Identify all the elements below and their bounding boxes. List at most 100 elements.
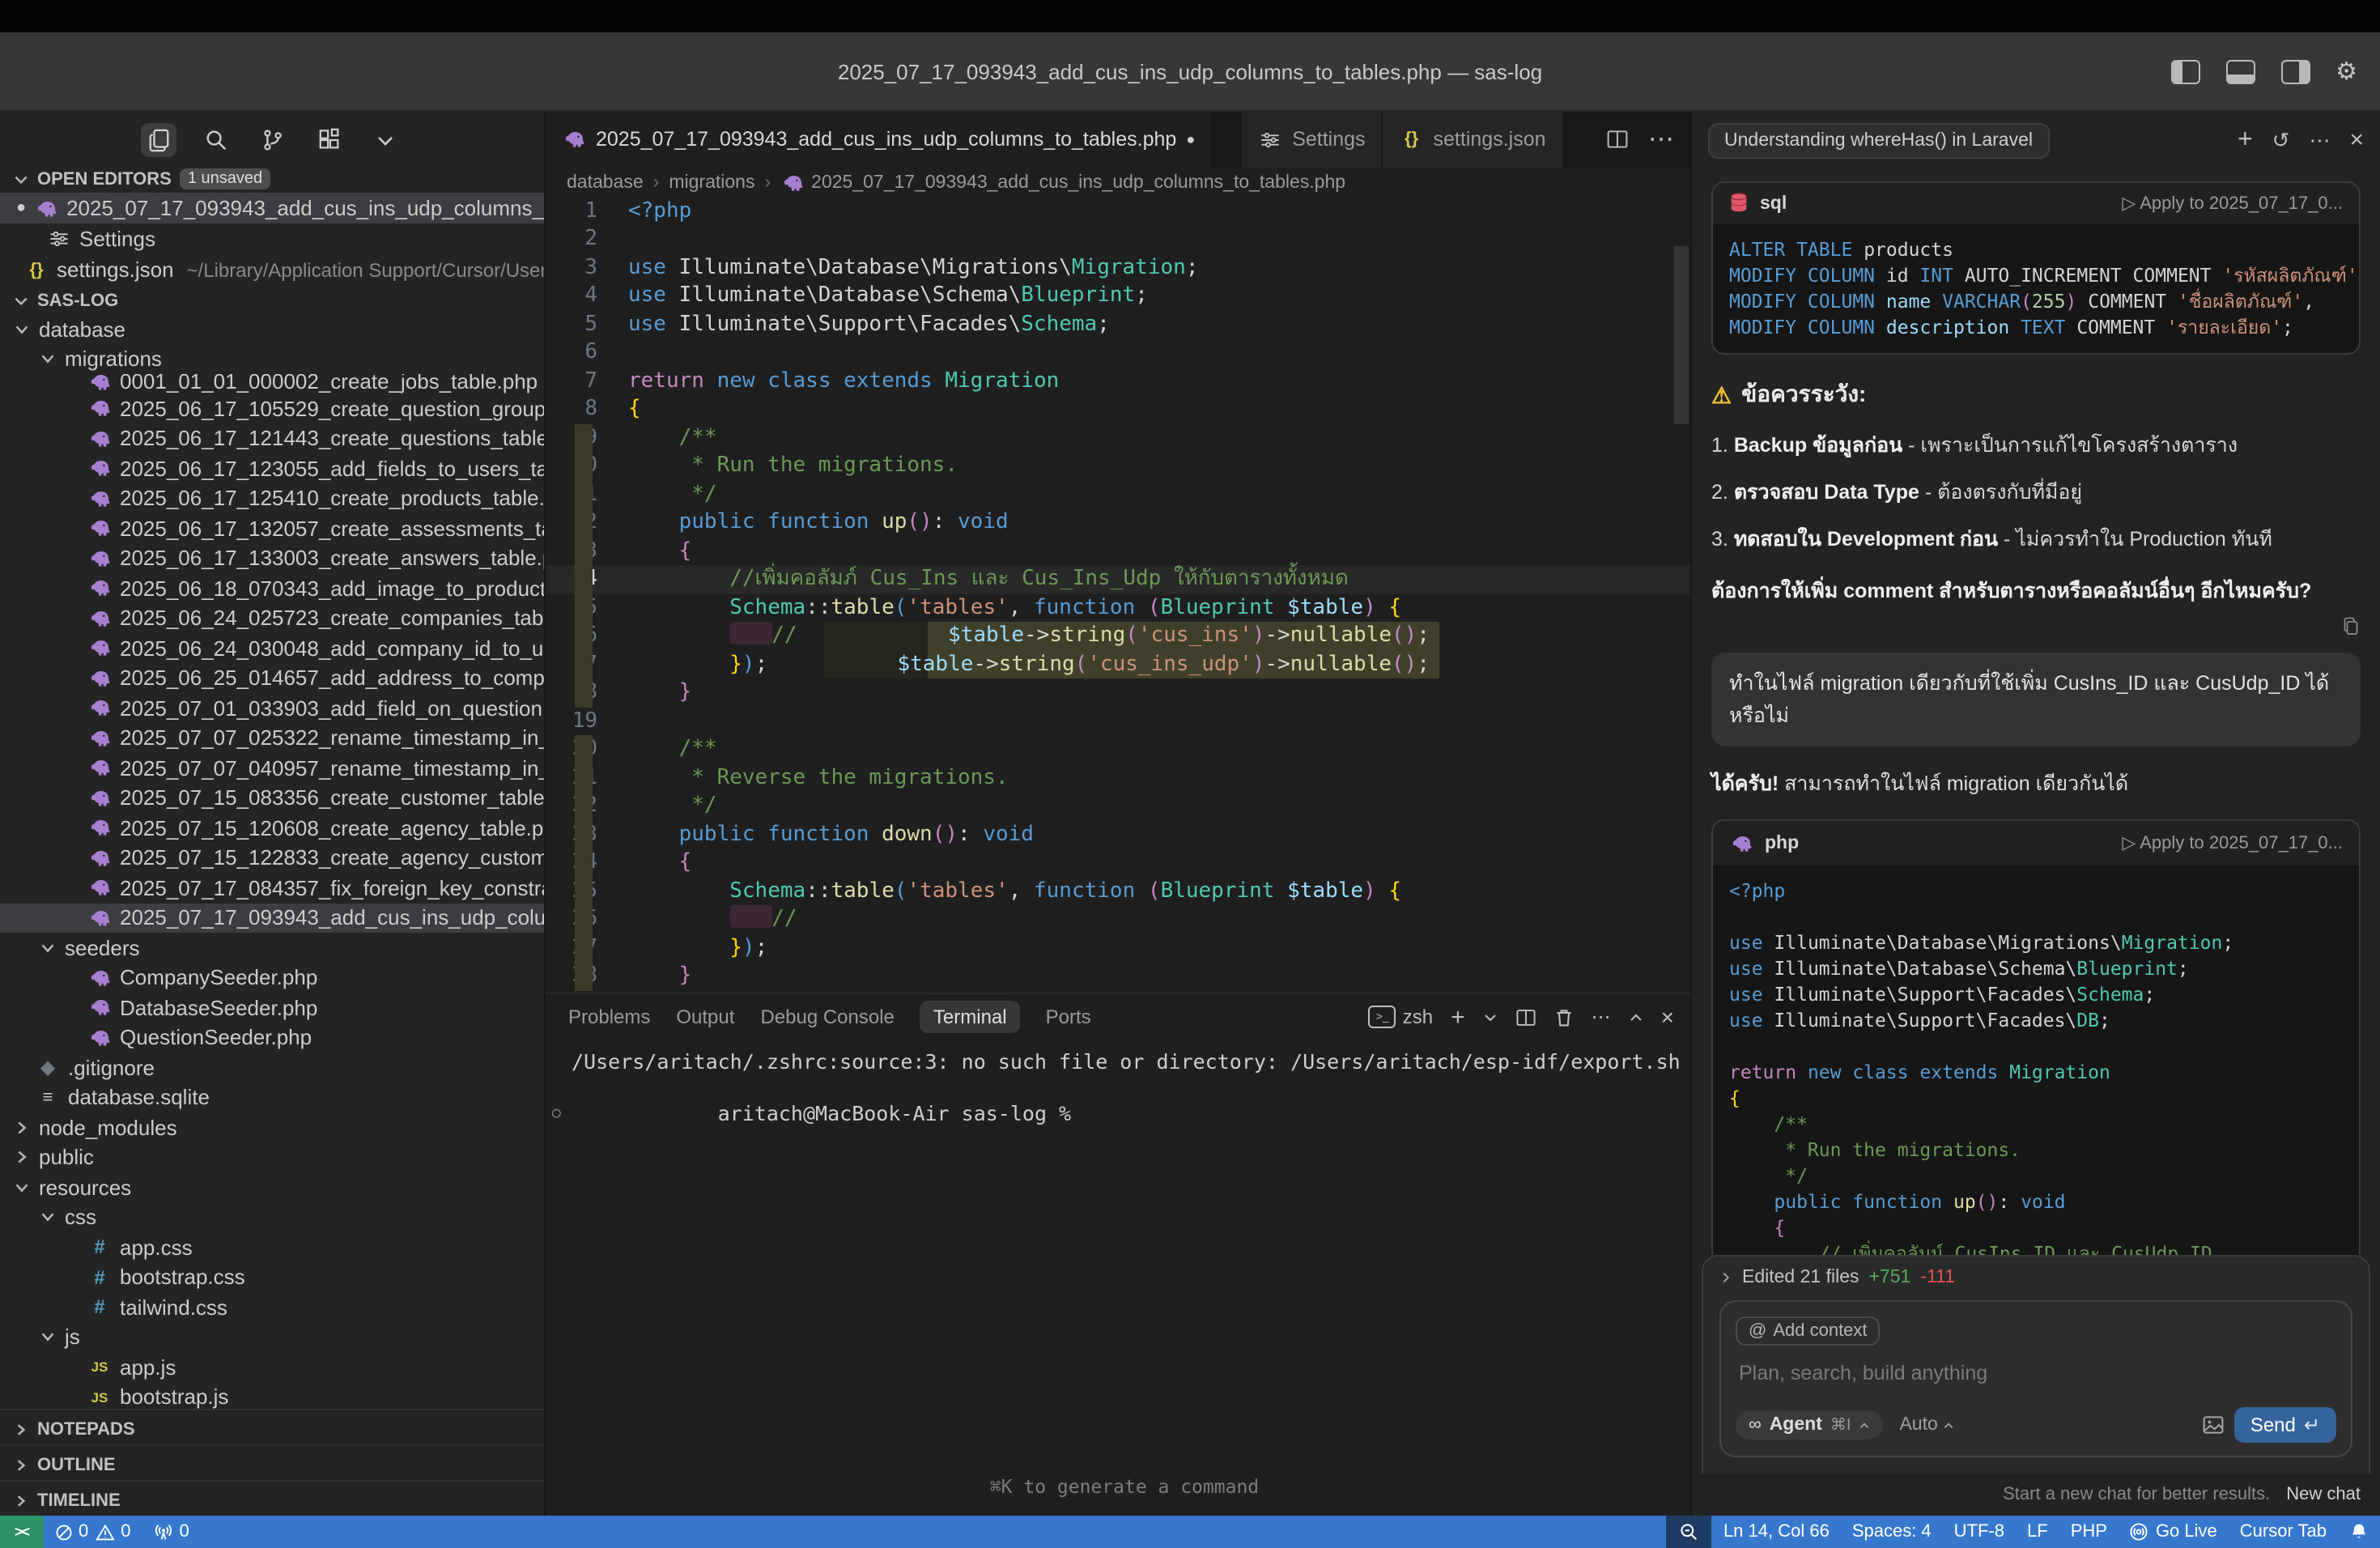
tree-file[interactable]: ≡database.sqlite (0, 1082, 544, 1112)
code-line-16[interactable]: 16 //$table->string('cus_ins')->nullable… (546, 623, 1690, 651)
code-line-17[interactable]: 17 });$table->string('cus_ins_udp')->nul… (546, 651, 1690, 679)
tree-file[interactable]: 2025_07_17_084357_fix_foreign_key_constr… (0, 873, 544, 903)
cursor-tab-toggle[interactable]: Cursor Tab (2229, 1522, 2338, 1542)
tree-file[interactable]: CompanySeeder.php (0, 963, 544, 993)
tree-file[interactable]: 2025_07_01_033903_add_field_on_question.… (0, 693, 544, 723)
editor-tab[interactable]: 2025_07_17_093943_add_cus_ins_udp_column… (546, 112, 1213, 168)
remote-indicator[interactable]: >< (0, 1516, 43, 1548)
tree-file[interactable]: #app.css (0, 1232, 544, 1262)
title-bar[interactable]: 2025_07_17_093943_add_cus_ins_udp_column… (0, 32, 2380, 112)
code-line-19[interactable]: 19 (546, 708, 1690, 736)
open-editor-item[interactable]: {}settings.json~/Library/Application Sup… (0, 254, 544, 285)
code-line-3[interactable]: 3use Illuminate\Database\Migrations\Migr… (546, 254, 1690, 283)
apply-button[interactable]: ▷ Apply to 2025_07_17_0... (2122, 193, 2343, 214)
code-line-4[interactable]: 4use Illuminate\Database\Schema\Blueprin… (546, 283, 1690, 311)
code-line-8[interactable]: 8{ (546, 396, 1690, 424)
panel-tab-output[interactable]: Output (676, 1006, 734, 1029)
tree-file[interactable]: ◆.gitignore (0, 1053, 544, 1082)
tree-file[interactable]: 0001_01_01_000002_create_jobs_table.php (0, 374, 544, 393)
explorer-icon[interactable] (141, 123, 176, 157)
zoom-indicator[interactable] (1667, 1516, 1712, 1548)
toggle-primary-sidebar-icon[interactable] (2170, 59, 2199, 83)
sidebar-section-outline[interactable]: OUTLINE (0, 1444, 544, 1480)
tree-file[interactable]: 2025_06_17_123055_add_fields_to_users_ta… (0, 453, 544, 483)
open-editor-item[interactable]: ●2025_07_17_093943_add_cus_ins_udp_colum… (0, 193, 544, 223)
inline-ai-suggestion[interactable]: $table->string('cus_ins_udp')->nullable(… (824, 651, 1439, 679)
tree-folder-seeders[interactable]: seeders (0, 933, 544, 963)
open-editors-header[interactable]: OPEN EDITORS 1 unsaved (0, 162, 544, 193)
encoding[interactable]: UTF-8 (1943, 1522, 2016, 1542)
problems-indicator[interactable]: 0 0 (43, 1522, 142, 1542)
panel-tab-debug-console[interactable]: Debug Console (760, 1006, 894, 1029)
maximize-panel-icon[interactable] (1629, 1010, 1643, 1025)
code-line-20[interactable]: 20 /** (546, 736, 1690, 764)
tree-file[interactable]: 2025_06_17_105529_create_question_groups… (0, 393, 544, 423)
breadcrumb-item[interactable]: 2025_07_17_093943_add_cus_ins_udp_column… (780, 171, 1345, 195)
edited-files-row[interactable]: Edited 21 files +751 -111 (1719, 1268, 2352, 1287)
panel-tab-ports[interactable]: Ports (1046, 1006, 1091, 1029)
tree-file[interactable]: 2025_06_17_132057_create_assessments_tab… (0, 513, 544, 543)
sidebar-section-timeline[interactable]: TIMELINE (0, 1480, 544, 1516)
tree-file[interactable]: 2025_06_24_025723_create_companies_table… (0, 603, 544, 633)
code-line-7[interactable]: 7return new class extends Migration (546, 368, 1690, 396)
project-section-header[interactable]: SAS-LOG (0, 285, 544, 314)
breadcrumb[interactable]: database›migrations›2025_07_17_093943_ad… (546, 168, 1690, 198)
code-line-28[interactable]: 28 } (546, 963, 1690, 991)
code-line-22[interactable]: 22 */ (546, 793, 1690, 821)
language-mode[interactable]: PHP (2059, 1522, 2119, 1542)
tree-file[interactable]: #tailwind.css (0, 1292, 544, 1322)
close-panel-icon[interactable]: × (1661, 1005, 1674, 1031)
copy-icon[interactable] (2341, 617, 2361, 636)
code-line-21[interactable]: 21 * Reverse the migrations. (546, 764, 1690, 793)
apply-button[interactable]: ▷ Apply to 2025_07_17_0... (2122, 832, 2343, 853)
eol-sequence[interactable]: LF (2016, 1522, 2059, 1542)
tree-file[interactable]: 2025_06_25_014657_add_address_to_compani… (0, 663, 544, 693)
close-chat-icon[interactable]: × (2349, 126, 2364, 154)
panel-more-actions-icon[interactable]: ⋯ (1592, 1006, 1611, 1029)
code-line-27[interactable]: 27 }); (546, 934, 1690, 963)
toggle-panel-icon[interactable] (2225, 59, 2255, 83)
code-editor[interactable]: 1<?php23use Illuminate\Database\Migratio… (546, 198, 1690, 993)
chat-messages[interactable]: sql ▷ Apply to 2025_07_17_0... ALTER TAB… (1692, 168, 2380, 1255)
extensions-icon[interactable] (311, 123, 346, 157)
terminal-dropdown-icon[interactable] (1483, 1010, 1498, 1025)
code-line-23[interactable]: 23 public function down(): void (546, 821, 1690, 849)
code-line-6[interactable]: 6 (546, 339, 1690, 368)
tree-file[interactable]: 2025_07_15_122833_create_agency_customer… (0, 843, 544, 873)
tree-file[interactable]: DatabaseSeeder.php (0, 993, 544, 1023)
panel-tab-terminal[interactable]: Terminal (920, 1002, 1020, 1034)
editor-tab[interactable]: Settings (1242, 112, 1383, 168)
tree-folder-migrations[interactable]: migrations (0, 344, 544, 374)
tree-file[interactable]: 2025_07_17_093943_add_cus_ins_udp_column… (0, 903, 544, 933)
code-line-18[interactable]: 18 } (546, 679, 1690, 708)
tree-file[interactable]: 2025_06_18_070343_add_image_to_products_… (0, 573, 544, 603)
tree-file[interactable]: JSbootstrap.js (0, 1382, 544, 1409)
code-line-13[interactable]: 13 { (546, 538, 1690, 566)
tree-file[interactable]: 2025_06_17_121443_create_questions_table… (0, 423, 544, 453)
chevron-down-icon[interactable] (368, 123, 403, 157)
breadcrumb-item[interactable]: database (567, 173, 644, 193)
tree-file[interactable]: #bootstrap.css (0, 1262, 544, 1292)
chat-input-placeholder[interactable]: Plan, search, build anything (1739, 1362, 2336, 1384)
chat-history-icon[interactable]: ↺ (2272, 127, 2290, 153)
chat-tab[interactable]: Understanding whereHas() in Laravel (1708, 122, 2049, 158)
code-line-5[interactable]: 5use Illuminate\Support\Facades\Schema; (546, 311, 1690, 339)
tree-file[interactable]: 2025_06_17_133003_create_answers_table.p… (0, 543, 544, 573)
sidebar-section-notepads[interactable]: NOTEPADS (0, 1409, 544, 1444)
code-line-10[interactable]: 10 * Run the migrations. (546, 453, 1690, 481)
add-context-button[interactable]: @ Add context (1736, 1316, 1881, 1346)
shell-indicator[interactable]: >_ zsh (1369, 1006, 1433, 1029)
source-control-icon[interactable] (254, 123, 290, 157)
code-line-9[interactable]: 9 /** (546, 424, 1690, 453)
new-terminal-icon[interactable]: + (1451, 1004, 1465, 1031)
code-line-1[interactable]: 1<?php (546, 198, 1690, 226)
tree-file[interactable]: 2025_07_15_083356_create_customer_table.… (0, 783, 544, 813)
go-live-button[interactable]: Go Live (2119, 1522, 2229, 1542)
notifications-bell[interactable] (2338, 1522, 2380, 1542)
open-editor-item[interactable]: Settings (0, 223, 544, 254)
tree-file[interactable]: 2025_07_07_040957_rename_timestamp_in_mu… (0, 753, 544, 783)
ports-indicator[interactable]: 0 (142, 1522, 201, 1542)
search-icon[interactable] (198, 123, 233, 157)
model-selector[interactable]: Auto (1899, 1415, 1953, 1435)
editor-tab[interactable]: {}settings.json (1383, 112, 1564, 168)
